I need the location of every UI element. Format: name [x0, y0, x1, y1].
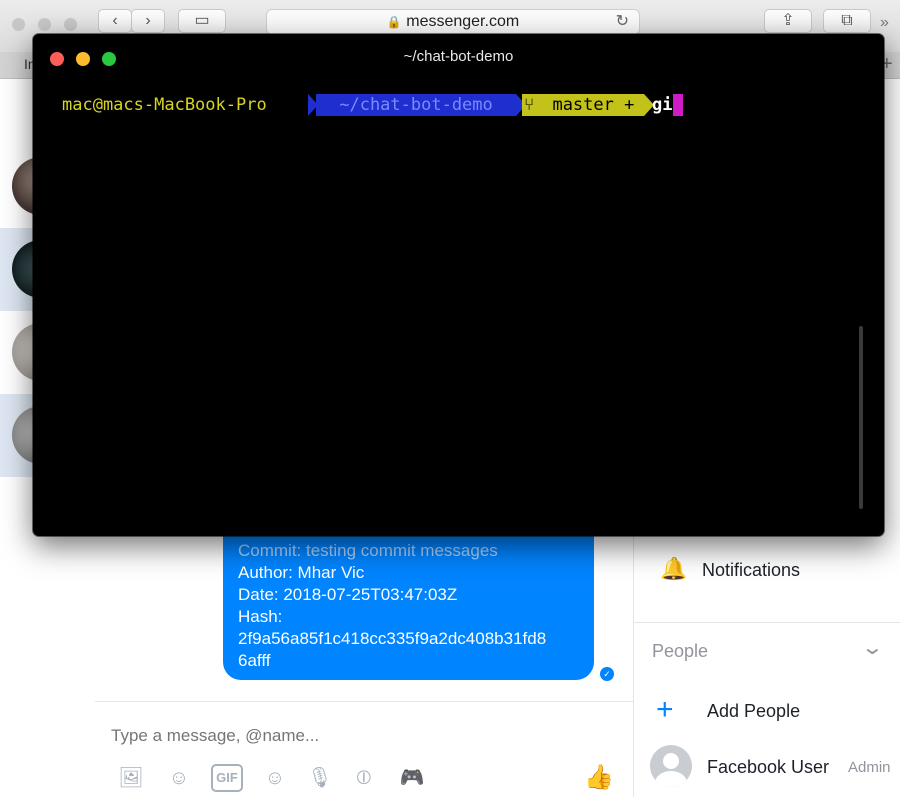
- message-line-hash-label: Hash:: [238, 607, 283, 626]
- text-cursor: [673, 94, 683, 116]
- reload-icon[interactable]: ↻: [616, 10, 629, 34]
- terminal-scrollbar[interactable]: [859, 326, 863, 509]
- tabs-button[interactable]: ⧉: [823, 9, 871, 33]
- chevron-right-icon: ›: [145, 12, 151, 29]
- chevron-down-icon[interactable]: ⌄: [861, 635, 884, 660]
- browser-zoom-button[interactable]: [64, 18, 77, 31]
- terminal-title: ~/chat-bot-demo: [403, 48, 514, 65]
- prompt-user: mac@macs-MacBook-Pro: [62, 95, 267, 115]
- member-role-badge: Admin: [848, 759, 891, 776]
- message-line-commit: Commit: testing commit messages: [238, 541, 498, 560]
- notifications-row[interactable]: 🔔 Notifications: [634, 544, 900, 623]
- microphone-icon[interactable]: 🎙: [306, 764, 334, 792]
- gif-icon[interactable]: GIF: [211, 764, 243, 792]
- address-bar[interactable]: 🔒 messenger.com ↻: [266, 9, 640, 35]
- branch-name: master +: [552, 95, 635, 115]
- message-line-date: Date: 2018-07-25T03:47:03Z: [238, 585, 458, 604]
- typed-command: gi: [652, 95, 673, 115]
- browser-minimize-button[interactable]: [38, 18, 51, 31]
- prompt-path: ~/chat-bot-demo: [316, 94, 516, 116]
- sticker-icon[interactable]: ☺: [165, 764, 193, 792]
- photo-icon[interactable]: 🖼: [117, 764, 145, 792]
- like-icon[interactable]: 👍: [584, 764, 614, 792]
- poll-icon[interactable]: ⦶: [350, 764, 378, 792]
- forward-button[interactable]: ›: [131, 9, 165, 33]
- terminal-titlebar[interactable]: ~/chat-bot-demo: [33, 34, 884, 82]
- bell-icon: 🔔: [660, 556, 688, 581]
- overflow-chevrons-icon[interactable]: »: [880, 14, 889, 32]
- share-icon: ⇪: [781, 12, 795, 29]
- sidebar-button[interactable]: ▭: [178, 9, 226, 33]
- emoji-icon[interactable]: ☺: [261, 764, 289, 792]
- message-composer: 🖼 ☺ GIF ☺ 🎙 ⦶ 🎮 👍: [95, 701, 633, 798]
- people-header: People: [652, 641, 709, 661]
- share-button[interactable]: ⇪: [764, 9, 812, 33]
- message-line-author: Author: Mhar Vic: [238, 563, 365, 582]
- game-controller-icon[interactable]: 🎮: [398, 764, 426, 792]
- prompt-branch: ⑂ master +: [522, 94, 644, 116]
- seen-check-icon: ✓: [600, 667, 614, 681]
- message-input[interactable]: [109, 720, 593, 752]
- message-line-hash-end: 6afff: [238, 651, 271, 670]
- plus-icon[interactable]: +: [656, 693, 674, 727]
- sidebar-icon: ▭: [194, 12, 210, 29]
- browser-close-button[interactable]: [12, 18, 25, 31]
- lock-icon: 🔒: [386, 15, 402, 29]
- member-name[interactable]: Facebook User: [707, 757, 829, 778]
- chevron-left-icon: ‹: [112, 12, 118, 29]
- add-people-button[interactable]: Add People: [707, 701, 800, 722]
- tabs-icon: ⧉: [841, 12, 853, 29]
- terminal-window[interactable]: ~/chat-bot-demo mac@macs-MacBook-Pro ~/c…: [33, 34, 884, 536]
- message-line-hash: 2f9a56a85f1c418cc335f9a2dc408b31fd8: [238, 629, 547, 648]
- back-button[interactable]: ‹: [98, 9, 132, 33]
- url-text: messenger.com: [406, 13, 520, 30]
- git-branch-icon: ⑂: [524, 95, 535, 115]
- notifications-label: Notifications: [702, 560, 801, 580]
- message-bubble[interactable]: Commit: testing commit messages Author: …: [223, 534, 594, 680]
- avatar: [650, 745, 692, 787]
